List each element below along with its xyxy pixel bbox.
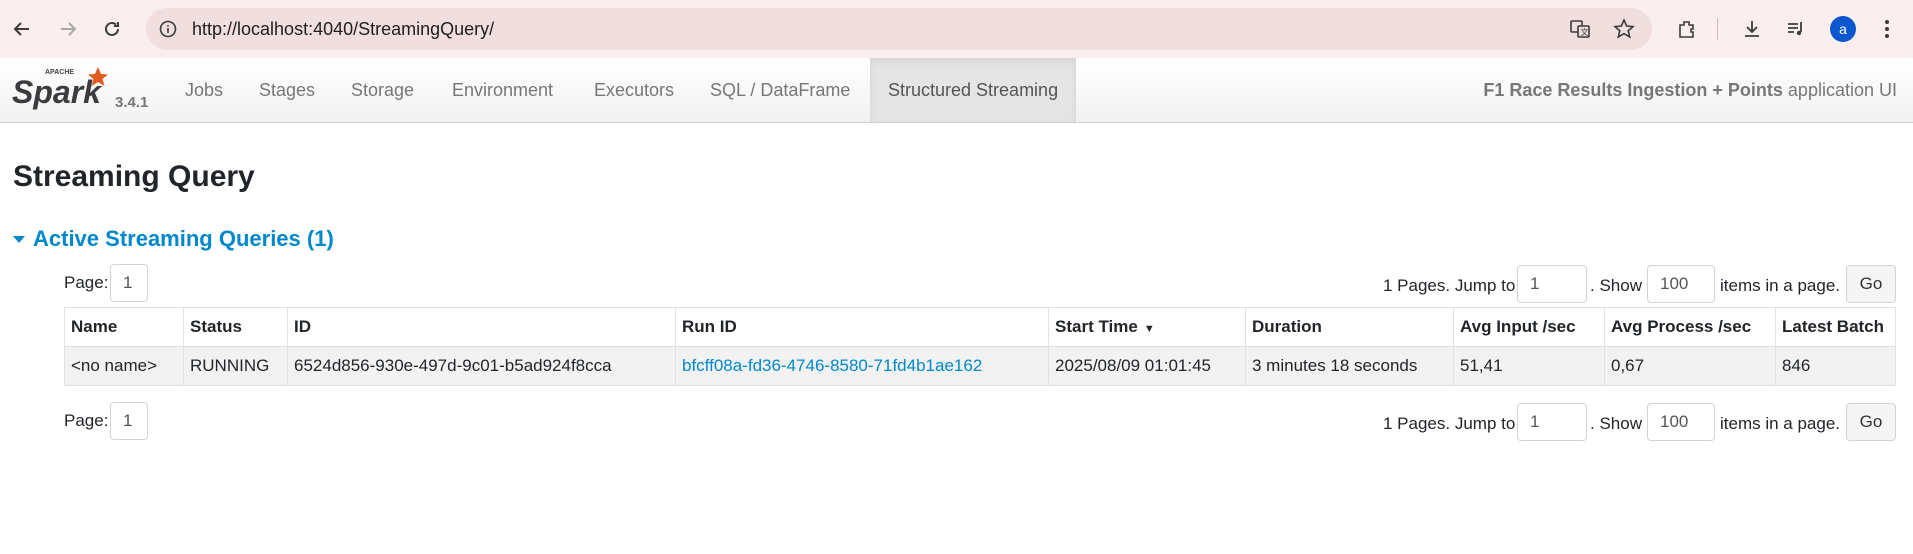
browser-toolbar: http://localhost:4040/StreamingQuery/ 文 … [0, 0, 1913, 58]
cell-id: 6524d856-930e-497d-9c01-b5ad924f8cca [287, 346, 676, 386]
nav-stages[interactable]: Stages [259, 58, 315, 122]
items-text-top: items in a page. [1720, 276, 1841, 295]
show-text-bottom: . Show [1590, 414, 1642, 433]
reload-icon [105, 21, 119, 36]
nav-environment[interactable]: Environment [452, 58, 553, 122]
pages-jump-text-bottom: 1 Pages. Jump to [1383, 414, 1516, 433]
nav-executors[interactable]: Executors [594, 58, 674, 122]
run-id-link[interactable]: bfcff08a-fd36-4746-8580-71fd4b1ae162 [682, 356, 982, 375]
cell-run-id: bfcff08a-fd36-4746-8580-71fd4b1ae162 [675, 346, 1049, 386]
cell-status: RUNNING [183, 346, 288, 386]
spark-logo[interactable]: APACHE Spark [12, 63, 112, 115]
spark-navbar: APACHE Spark 3.4.1 Jobs Stages Storage E… [0, 58, 1913, 123]
caret-down-icon [13, 235, 25, 243]
header-run-id[interactable]: Run ID [675, 307, 1049, 347]
cell-avg-process: 0,67 [1604, 346, 1776, 386]
header-avg-input[interactable]: Avg Input /sec [1453, 307, 1605, 347]
back-button[interactable] [6, 13, 38, 45]
header-start-time-label: Start Time [1055, 317, 1138, 336]
section-title: Active Streaming Queries (1) [33, 226, 334, 251]
nav-storage[interactable]: Storage [351, 58, 414, 122]
nav-structured-streaming[interactable]: Structured Streaming [870, 58, 1077, 122]
header-status[interactable]: Status [183, 307, 288, 347]
bookmark-star-icon[interactable] [1612, 17, 1636, 41]
page-title: Streaming Query [13, 160, 255, 193]
app-suffix: application UI [1787, 80, 1897, 100]
streaming-queries-table: Name Status ID Run ID Start Time ▼ Durati… [64, 307, 1896, 386]
page-input-top[interactable]: 1 [110, 264, 148, 302]
forward-arrow-icon [61, 22, 77, 36]
spark-version: 3.4.1 [115, 94, 149, 111]
cell-avg-input: 51,41 [1453, 346, 1605, 386]
page-size-input-top[interactable]: 100 [1647, 265, 1715, 303]
download-icon[interactable] [1739, 16, 1765, 42]
sort-desc-icon: ▼ [1143, 323, 1155, 335]
nav-sql-dataframe[interactable]: SQL / DataFrame [710, 58, 850, 122]
table-header-row: Name Status ID Run ID Start Time ▼ Durati… [64, 307, 1896, 347]
nav-jobs[interactable]: Jobs [185, 58, 223, 122]
show-text-top: . Show [1590, 276, 1642, 295]
table-row: <no name> RUNNING 6524d856-930e-497d-9c0… [64, 346, 1896, 386]
jump-input-top[interactable]: 1 [1517, 265, 1587, 303]
page-label-top: Page: [64, 273, 109, 292]
site-info-icon[interactable] [156, 17, 180, 41]
more-menu-icon[interactable] [1874, 16, 1900, 42]
cell-start-time: 2025/08/09 01:01:45 [1048, 346, 1246, 386]
jump-input-bottom[interactable]: 1 [1517, 403, 1587, 441]
media-control-icon[interactable] [1783, 16, 1809, 42]
go-button-top[interactable]: Go [1846, 265, 1896, 303]
items-text-bottom: items in a page. [1720, 414, 1841, 433]
toolbar-separator [1717, 18, 1718, 40]
header-id[interactable]: ID [287, 307, 676, 347]
page-input-bottom[interactable]: 1 [110, 402, 148, 440]
cell-duration: 3 minutes 18 seconds [1245, 346, 1454, 386]
page-label-bottom: Page: [64, 411, 109, 430]
profile-avatar[interactable]: a [1830, 16, 1856, 42]
go-button-bottom[interactable]: Go [1846, 403, 1896, 441]
header-latest-batch[interactable]: Latest Batch [1775, 307, 1896, 347]
url-text[interactable]: http://localhost:4040/StreamingQuery/ [192, 19, 494, 40]
forward-button[interactable] [52, 13, 84, 45]
page-size-input-bottom[interactable]: 100 [1647, 403, 1715, 441]
extensions-icon[interactable] [1674, 16, 1700, 42]
active-queries-toggle[interactable]: Active Streaming Queries (1) [13, 226, 334, 252]
svg-text:文: 文 [1581, 27, 1589, 37]
svg-text:Spark: Spark [12, 74, 103, 110]
address-bar[interactable]: http://localhost:4040/StreamingQuery/ 文 [146, 8, 1652, 50]
cell-name: <no name> [64, 346, 184, 386]
header-avg-process[interactable]: Avg Process /sec [1604, 307, 1776, 347]
back-arrow-icon [13, 22, 29, 36]
reload-button[interactable] [96, 13, 128, 45]
header-start-time[interactable]: Start Time ▼ [1048, 307, 1246, 347]
header-name[interactable]: Name [64, 307, 184, 347]
header-duration[interactable]: Duration [1245, 307, 1454, 347]
pages-jump-text-top: 1 Pages. Jump to [1383, 276, 1516, 295]
translate-icon[interactable]: 文 [1568, 17, 1592, 41]
app-name: F1 Race Results Ingestion + Points [1483, 80, 1783, 100]
cell-latest-batch: 846 [1775, 346, 1896, 386]
application-title: F1 Race Results Ingestion + Points appli… [1483, 80, 1897, 101]
